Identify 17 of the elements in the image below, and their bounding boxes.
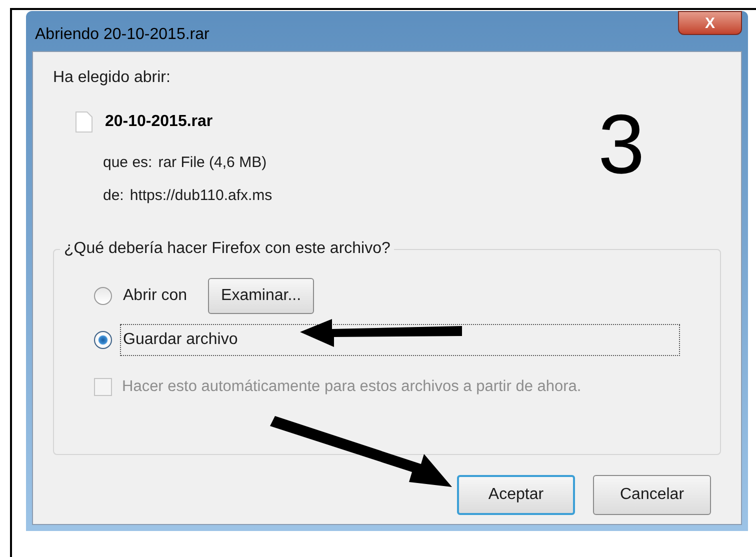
group-legend: ¿Qué debería hacer Firefox con este archivo? (60, 237, 394, 261)
radio-button[interactable] (94, 287, 112, 305)
browse-button[interactable]: Examinar... (208, 278, 314, 314)
dialog-button[interactable]: Aceptar (457, 475, 575, 516)
radio-label[interactable]: Abrir con (120, 280, 188, 312)
dialog-button[interactable]: Cancelar (593, 475, 711, 516)
source-label: de: (103, 186, 124, 206)
intro-text: Ha elegido abrir: (53, 68, 172, 88)
file-type: rar File (4,6 MB) (158, 153, 267, 173)
file-icon (75, 111, 93, 133)
step-number: 3 (598, 102, 645, 186)
window-title: Abriendo 20-10-2015.rar (35, 25, 210, 45)
file-name: 20-10-2015.rar (105, 112, 213, 132)
radio-button[interactable] (94, 331, 112, 349)
checkbox-label: Hacer esto automáticamente para estos archivos a partir de ahora. (122, 377, 582, 397)
file-source: https://dub110.afx.ms (130, 186, 272, 206)
type-label: que es: (103, 153, 152, 173)
